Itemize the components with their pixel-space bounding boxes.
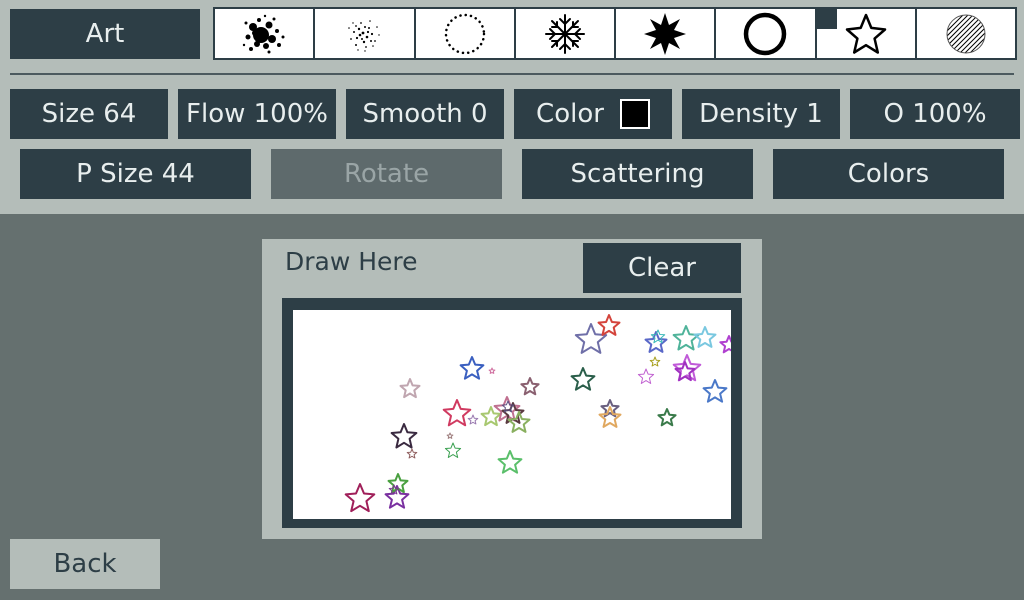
brush-snowflake[interactable]: [515, 9, 614, 58]
brush-hatched-circle[interactable]: [916, 9, 1015, 58]
star-stroke: [442, 399, 472, 427]
size-button[interactable]: Size 64: [10, 89, 168, 139]
star-stroke: [657, 408, 677, 427]
star-stroke: [597, 314, 621, 336]
star-burst-brush-icon: [640, 11, 690, 57]
star-stroke: [520, 377, 540, 396]
back-button[interactable]: Back: [10, 539, 160, 589]
toolbar-divider: [10, 73, 1014, 75]
star-stroke: [574, 323, 608, 354]
star-stroke: [446, 432, 454, 439]
star-stroke: [344, 483, 376, 513]
snowflake-brush-icon: [540, 11, 590, 57]
rotate-button[interactable]: Rotate: [271, 149, 502, 199]
brush-splatter[interactable]: [215, 9, 314, 58]
star-stroke: [459, 356, 485, 380]
star-stroke: [702, 379, 728, 403]
star-stroke: [570, 367, 596, 391]
star-stroke: [399, 378, 421, 399]
hatched-circle-brush-icon: [941, 11, 991, 57]
star-stroke: [693, 326, 717, 348]
star-stroke: [598, 406, 622, 428]
density-button[interactable]: Density 1: [682, 89, 840, 139]
star-stroke: [390, 423, 418, 449]
star-stroke: [649, 356, 661, 367]
star-stroke: [467, 414, 479, 425]
colors-button[interactable]: Colors: [773, 149, 1004, 199]
clear-button[interactable]: Clear: [583, 243, 741, 293]
star-outline-brush-icon: [841, 11, 891, 57]
star-stroke: [444, 442, 462, 458]
flow-button[interactable]: Flow 100%: [178, 89, 336, 139]
dotted-circle-brush-icon: [440, 11, 490, 57]
star-stroke: [406, 448, 418, 459]
smooth-button[interactable]: Smooth 0: [346, 89, 504, 139]
opacity-button[interactable]: O 100%: [850, 89, 1020, 139]
brush-selector: [213, 7, 1017, 60]
brush-star-burst[interactable]: [616, 9, 715, 58]
art-mode-button[interactable]: Art: [10, 9, 200, 59]
pattern-size-button[interactable]: P Size 44: [20, 149, 251, 199]
star-stroke: [672, 325, 700, 351]
brush-dotted-circle[interactable]: [415, 9, 514, 58]
star-stroke: [497, 450, 523, 474]
star-stroke: [488, 367, 496, 374]
star-stroke: [637, 368, 655, 384]
splatter-brush-icon: [239, 11, 289, 57]
color-swatch: [619, 99, 650, 129]
color-label: Color: [536, 99, 604, 129]
brush-spray[interactable]: [315, 9, 414, 58]
scattering-button[interactable]: Scattering: [522, 149, 753, 199]
brush-ring[interactable]: [716, 9, 815, 58]
ring-brush-icon: [740, 11, 790, 57]
star-strokes: [344, 314, 731, 513]
color-button[interactable]: Color: [514, 89, 672, 139]
drawing-canvas[interactable]: [293, 310, 731, 519]
star-stroke: [719, 335, 731, 354]
draw-here-label: Draw Here: [285, 247, 418, 276]
brush-star-outline[interactable]: [816, 9, 915, 58]
spray-brush-icon: [339, 11, 389, 57]
selected-marker: [816, 9, 837, 29]
